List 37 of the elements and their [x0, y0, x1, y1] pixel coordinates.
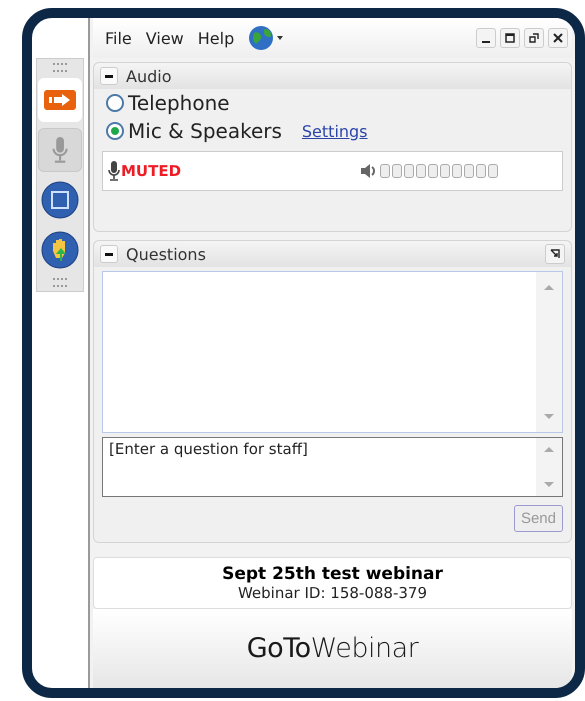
- radio-label: Mic & Speakers: [128, 119, 282, 143]
- collapse-button[interactable]: [100, 67, 118, 85]
- collapse-button[interactable]: [100, 245, 118, 263]
- globe-dropdown-icon[interactable]: [248, 25, 284, 51]
- grip-handle[interactable]: [53, 63, 67, 72]
- webinar-id: Webinar ID: 158-088-379: [238, 584, 428, 602]
- grip-handle[interactable]: [53, 278, 67, 287]
- maximize-button[interactable]: [500, 28, 520, 48]
- minimize-button[interactable]: [476, 28, 496, 48]
- menu-item[interactable]: Help: [198, 28, 234, 48]
- webinar-title: Sept 25th test webinar: [222, 564, 443, 584]
- panel-title: Audio: [126, 66, 172, 86]
- minus-icon: [105, 74, 113, 78]
- minus-icon: [105, 252, 113, 256]
- panel-title: Questions: [126, 244, 206, 264]
- radio-button[interactable]: [106, 122, 124, 140]
- screen-share-icon: [41, 181, 79, 219]
- pop-out-icon: [550, 249, 560, 259]
- pop-out-button[interactable]: [524, 28, 544, 48]
- pop-out-icon: [529, 33, 539, 43]
- close-button[interactable]: [548, 28, 568, 48]
- close-icon: [553, 33, 563, 43]
- radio-button[interactable]: [106, 94, 124, 112]
- raise-hand-icon: [41, 231, 79, 269]
- pop-out-button[interactable]: [545, 244, 565, 264]
- logo: GoToWebinar: [246, 633, 418, 664]
- settings-link[interactable]: Settings: [302, 122, 368, 140]
- microphone-icon: [50, 137, 70, 163]
- maximize-icon: [505, 33, 515, 43]
- menu-item[interactable]: View: [146, 28, 184, 48]
- minimize-icon: [482, 41, 490, 43]
- radio-label: Telephone: [128, 91, 230, 115]
- speaker-icon: [360, 163, 378, 179]
- arrow-tool-button[interactable]: [38, 78, 82, 122]
- microphone-icon: [107, 161, 121, 181]
- menu-item[interactable]: File: [105, 28, 132, 48]
- mute-status: MUTED: [121, 162, 182, 180]
